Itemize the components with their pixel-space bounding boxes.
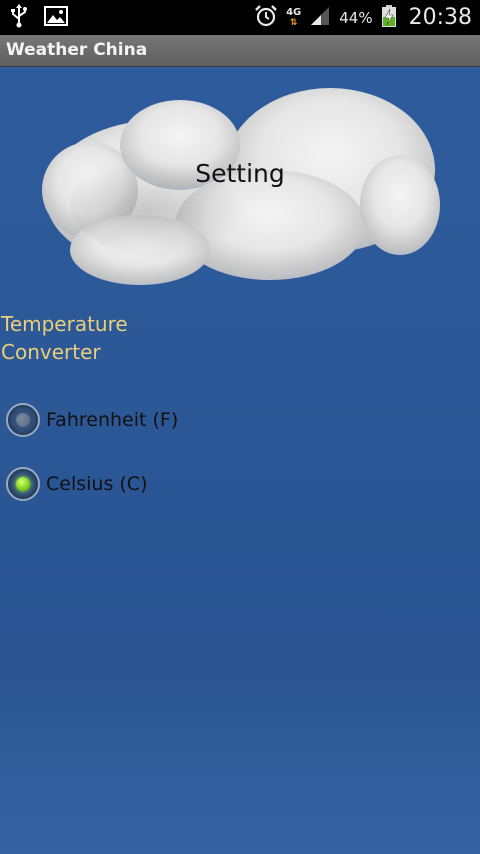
battery-charging-icon bbox=[381, 4, 397, 32]
status-bar-system: 4G ⇅ 44% 20:38 bbox=[254, 0, 472, 35]
alarm-icon bbox=[254, 4, 278, 32]
screen-heading: Setting bbox=[195, 159, 285, 188]
signal-icon bbox=[309, 5, 331, 31]
section-title: Temperature Converter bbox=[1, 312, 128, 364]
radio-label-fahrenheit: Fahrenheit (F) bbox=[46, 409, 179, 431]
radio-celsius[interactable]: Celsius (C) bbox=[6, 464, 148, 504]
status-bar-notifications bbox=[10, 0, 68, 35]
action-bar: Weather China bbox=[0, 35, 480, 67]
radio-button-checked-icon[interactable] bbox=[6, 467, 40, 501]
settings-screen: Setting Temperature Converter Fahrenheit… bbox=[0, 67, 480, 854]
clock: 20:38 bbox=[408, 5, 472, 30]
radio-label-celsius: Celsius (C) bbox=[46, 473, 148, 495]
battery-percent: 44% bbox=[339, 8, 373, 27]
network-4g-icon: 4G ⇅ bbox=[286, 6, 302, 28]
radio-button-icon[interactable] bbox=[6, 403, 40, 437]
radio-fahrenheit[interactable]: Fahrenheit (F) bbox=[6, 400, 178, 440]
image-icon bbox=[44, 5, 68, 31]
network-type: 4G bbox=[286, 6, 302, 18]
usb-icon bbox=[10, 3, 28, 32]
status-bar: 4G ⇅ 44% 20:38 bbox=[0, 0, 480, 35]
app-title: Weather China bbox=[6, 40, 148, 60]
